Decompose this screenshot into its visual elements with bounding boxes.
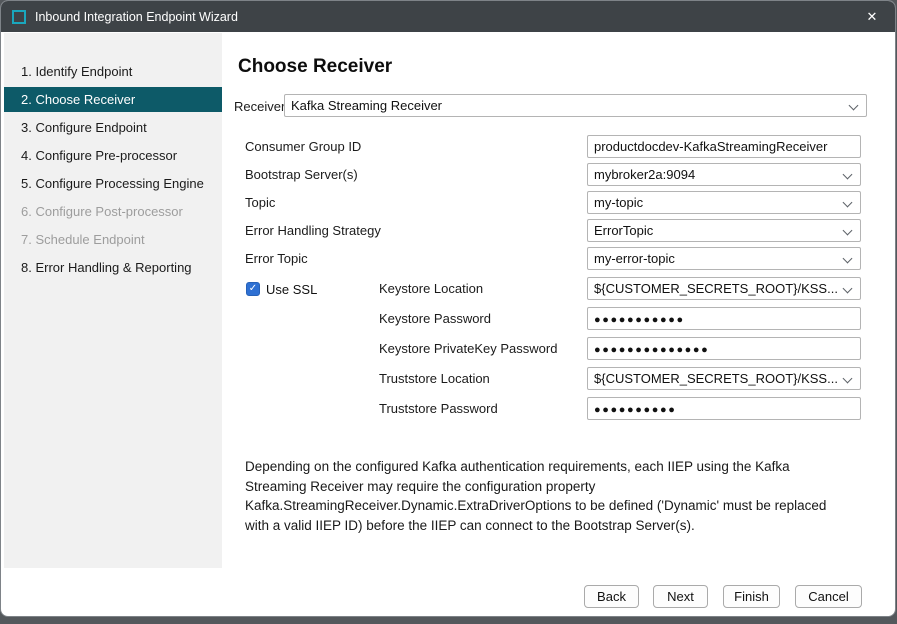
use-ssl-label: Use SSL: [266, 282, 317, 297]
error-handling-strategy-select[interactable]: ErrorTopic: [587, 219, 861, 242]
note-line: Kafka.StreamingReceiver.Dynamic.ExtraDri…: [245, 496, 885, 516]
truststore-password-input[interactable]: ●●●●●●●●●●: [587, 397, 861, 420]
keystore-location-value: ${CUSTOMER_SECRETS_ROOT}/KSS...: [594, 281, 838, 296]
error-topic-value: my-error-topic: [594, 251, 675, 266]
receiver-select[interactable]: Kafka Streaming Receiver: [284, 94, 867, 117]
kafka-config-note: Depending on the configured Kafka authen…: [245, 457, 885, 535]
keystore-privatekey-password-value: ●●●●●●●●●●●●●●: [594, 344, 709, 356]
sidebar-item-schedule-endpoint: 7. Schedule Endpoint: [4, 227, 222, 252]
bootstrap-servers-label: Bootstrap Server(s): [245, 167, 358, 182]
chevron-down-icon: [843, 170, 853, 180]
sidebar-item-configure-pre-processor[interactable]: 4. Configure Pre-processor: [4, 143, 222, 168]
note-line: Depending on the configured Kafka authen…: [245, 457, 885, 477]
truststore-location-value: ${CUSTOMER_SECRETS_ROOT}/KSS...: [594, 371, 838, 386]
title-bar: Inbound Integration Endpoint Wizard ✕: [1, 1, 895, 32]
chevron-down-icon: [843, 284, 853, 294]
keystore-location-label: Keystore Location: [379, 281, 483, 296]
chevron-down-icon: [843, 198, 853, 208]
finish-button[interactable]: Finish: [723, 585, 780, 608]
wizard-steps-sidebar: 1. Identify Endpoint 2. Choose Receiver …: [4, 33, 222, 568]
note-line: with a valid IIEP ID) before the IIEP ca…: [245, 516, 885, 536]
next-button[interactable]: Next: [653, 585, 708, 608]
error-handling-strategy-value: ErrorTopic: [594, 223, 653, 238]
keystore-privatekey-password-input[interactable]: ●●●●●●●●●●●●●●: [587, 337, 861, 360]
cancel-button[interactable]: Cancel: [795, 585, 862, 608]
receiver-label: Receiver: [234, 99, 285, 114]
error-topic-select[interactable]: my-error-topic: [587, 247, 861, 270]
page-title: Choose Receiver: [238, 56, 392, 78]
truststore-password-label: Truststore Password: [379, 401, 498, 416]
receiver-select-value: Kafka Streaming Receiver: [291, 98, 442, 113]
keystore-password-label: Keystore Password: [379, 311, 491, 326]
bootstrap-servers-value: mybroker2a:9094: [594, 167, 695, 182]
consumer-group-id-input[interactable]: productdocdev-KafkaStreamingReceiver: [587, 135, 861, 158]
keystore-password-input[interactable]: ●●●●●●●●●●●: [587, 307, 861, 330]
consumer-group-id-label: Consumer Group ID: [245, 139, 361, 154]
sidebar-item-configure-endpoint[interactable]: 3. Configure Endpoint: [4, 115, 222, 140]
keystore-location-select[interactable]: ${CUSTOMER_SECRETS_ROOT}/KSS...: [587, 277, 861, 300]
sidebar-item-configure-post-processor: 6. Configure Post-processor: [4, 199, 222, 224]
close-button[interactable]: ✕: [849, 1, 895, 32]
wizard-window: Inbound Integration Endpoint Wizard ✕ 1.…: [0, 0, 896, 617]
consumer-group-id-value: productdocdev-KafkaStreamingReceiver: [594, 139, 827, 154]
chevron-down-icon: [849, 101, 859, 111]
bootstrap-servers-select[interactable]: mybroker2a:9094: [587, 163, 861, 186]
sidebar-item-choose-receiver[interactable]: 2. Choose Receiver: [4, 87, 222, 112]
topic-select[interactable]: my-topic: [587, 191, 861, 214]
back-button[interactable]: Back: [584, 585, 639, 608]
keystore-password-value: ●●●●●●●●●●●: [594, 314, 685, 326]
error-topic-label: Error Topic: [245, 251, 308, 266]
truststore-location-label: Truststore Location: [379, 371, 490, 386]
sidebar-item-configure-processing-engine[interactable]: 5. Configure Processing Engine: [4, 171, 222, 196]
error-handling-strategy-label: Error Handling Strategy: [245, 223, 381, 238]
sidebar-item-identify-endpoint[interactable]: 1. Identify Endpoint: [4, 59, 222, 84]
chevron-down-icon: [843, 254, 853, 264]
window-title: Inbound Integration Endpoint Wizard: [35, 10, 238, 24]
checkmark-icon: ✓: [249, 282, 257, 296]
use-ssl-checkbox[interactable]: ✓: [246, 282, 260, 296]
truststore-location-select[interactable]: ${CUSTOMER_SECRETS_ROOT}/KSS...: [587, 367, 861, 390]
keystore-privatekey-password-label: Keystore PrivateKey Password: [379, 341, 557, 356]
truststore-password-value: ●●●●●●●●●●: [594, 404, 676, 416]
close-icon: ✕: [867, 9, 878, 25]
topic-label: Topic: [245, 195, 275, 210]
chevron-down-icon: [843, 374, 853, 384]
app-icon: [12, 10, 26, 24]
note-line: Streaming Receiver may require the confi…: [245, 477, 885, 497]
topic-value: my-topic: [594, 195, 643, 210]
sidebar-item-error-handling-reporting[interactable]: 8. Error Handling & Reporting: [4, 255, 222, 280]
chevron-down-icon: [843, 226, 853, 236]
